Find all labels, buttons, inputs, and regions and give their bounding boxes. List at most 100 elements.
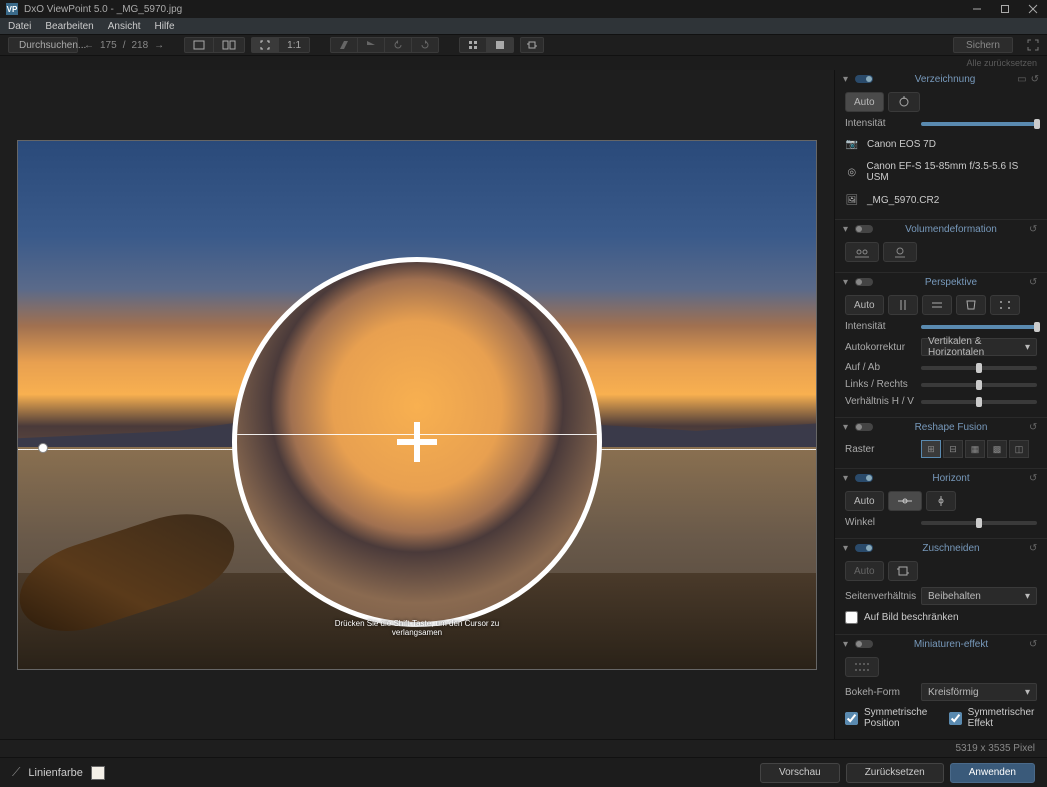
grid-view-icon[interactable]: [460, 38, 487, 52]
panel-toggle[interactable]: [855, 75, 873, 83]
preset-icon[interactable]: ▭: [1017, 74, 1026, 85]
aspect-label: Seitenverhältnis: [845, 591, 915, 602]
menu-edit[interactable]: Bearbeiten: [45, 21, 93, 32]
camera-name: Canon EOS 7D: [867, 139, 936, 150]
grid-2x2-icon[interactable]: ⊞: [921, 440, 941, 458]
rotate-cw-icon[interactable]: [412, 38, 438, 52]
reset-icon[interactable]: ↺: [1029, 277, 1039, 288]
angle-label: Winkel: [845, 517, 915, 528]
perspective-rect-icon[interactable]: [956, 295, 986, 315]
bokeh-label: Bokeh-Form: [845, 687, 915, 698]
single-view-icon[interactable]: [487, 38, 513, 52]
toolbar: Durchsuchen... ← 175 / 218 → 1:1 Sichern: [0, 34, 1047, 56]
perspective-auto-button[interactable]: Auto: [845, 295, 884, 315]
grid-label: Raster: [845, 444, 915, 455]
close-button[interactable]: [1025, 1, 1041, 17]
browse-button[interactable]: Durchsuchen...: [8, 37, 78, 53]
menu-view[interactable]: Ansicht: [108, 21, 141, 32]
minimize-button[interactable]: [969, 1, 985, 17]
chevron-down-icon[interactable]: ▾: [843, 224, 851, 235]
reset-icon[interactable]: ↺: [1029, 473, 1039, 484]
reset-icon[interactable]: ↺: [1029, 543, 1039, 554]
constrain-checkbox[interactable]: Auf Bild beschränken: [845, 611, 1037, 624]
perspective-8pt-icon[interactable]: [990, 295, 1020, 315]
perspective-horizontal-icon[interactable]: [922, 295, 952, 315]
grid-custom-icon[interactable]: ◫: [1009, 440, 1029, 458]
reset-icon[interactable]: ↺: [1029, 224, 1039, 235]
updown-slider[interactable]: [921, 366, 1037, 370]
rotate-ccw-icon[interactable]: [385, 38, 412, 52]
intensity-label: Intensität: [845, 118, 915, 129]
page-total: 218: [131, 40, 148, 51]
crop-auto-button[interactable]: Auto: [845, 561, 884, 581]
grid-4x4-icon[interactable]: ▦: [965, 440, 985, 458]
save-button[interactable]: Sichern: [953, 37, 1013, 53]
panel-miniature: ▾ Miniaturen-effekt ↺ Bokeh-Form Kreisfö…: [835, 635, 1047, 739]
panel-volume: ▾ Volumendeformation ↺: [835, 220, 1047, 273]
leftright-label: Links / Rechts: [845, 379, 915, 390]
maximize-button[interactable]: [997, 1, 1013, 17]
panel-toggle[interactable]: [855, 474, 873, 482]
sym-pos-checkbox[interactable]: Symmetrische Position: [845, 707, 939, 729]
panel-toggle[interactable]: [855, 640, 873, 648]
zoom-fit[interactable]: [252, 38, 279, 52]
reset-icon[interactable]: ↺: [1031, 74, 1039, 85]
bokeh-dropdown[interactable]: Kreisförmig▾: [921, 683, 1037, 701]
viewport[interactable]: Drücken Sie die Shift-Taste, um den Curs…: [0, 70, 834, 739]
distortion-intensity-slider[interactable]: [921, 122, 1037, 126]
perspective-intensity-slider[interactable]: [921, 325, 1037, 329]
volume-mode-b[interactable]: [883, 242, 917, 262]
miniature-mode-icon[interactable]: [845, 657, 879, 677]
ratio-slider[interactable]: [921, 400, 1037, 404]
next-button[interactable]: →: [154, 40, 164, 51]
compare-single[interactable]: [185, 38, 214, 52]
chevron-down-icon[interactable]: ▾: [843, 74, 851, 85]
aspect-dropdown[interactable]: Beibehalten▾: [921, 587, 1037, 605]
image-canvas[interactable]: Drücken Sie die Shift-Taste, um den Curs…: [17, 140, 817, 670]
loupe[interactable]: [232, 257, 602, 627]
panel-toggle[interactable]: [855, 423, 873, 431]
grid-3x3-icon[interactable]: ⊟: [943, 440, 963, 458]
menu-help[interactable]: Hilfe: [155, 21, 175, 32]
menubar: Datei Bearbeiten Ansicht Hilfe: [0, 18, 1047, 34]
perspective-vertical-icon[interactable]: [888, 295, 918, 315]
sym-eff-checkbox[interactable]: Symmetrischer Effekt: [949, 707, 1037, 729]
menu-file[interactable]: Datei: [8, 21, 31, 32]
chevron-down-icon[interactable]: ▾: [843, 277, 851, 288]
angle-slider[interactable]: [921, 521, 1037, 525]
panel-toggle[interactable]: [855, 544, 873, 552]
zoom-1to1[interactable]: 1:1: [279, 38, 309, 52]
chevron-down-icon[interactable]: ▾: [843, 473, 851, 484]
grid-5x5-icon[interactable]: ▩: [987, 440, 1007, 458]
horizon-level-icon[interactable]: [888, 491, 922, 511]
panel-title: Verzeichnung: [877, 74, 1013, 85]
autocorrect-dropdown[interactable]: Vertikalen & Horizontalen▾: [921, 338, 1037, 356]
bottombar: ⟋ Linienfarbe Vorschau Zurücksetzen Anwe…: [0, 757, 1047, 787]
leftright-slider[interactable]: [921, 383, 1037, 387]
flip-h-icon[interactable]: [331, 38, 358, 52]
prev-button[interactable]: ←: [84, 40, 94, 51]
reset-all-link[interactable]: Alle zurücksetzen: [0, 56, 1047, 70]
crop-manual-icon[interactable]: [888, 561, 918, 581]
distortion-auto-button[interactable]: Auto: [845, 92, 884, 112]
flip-v-icon[interactable]: [358, 38, 385, 52]
chevron-down-icon[interactable]: ▾: [843, 639, 851, 650]
page-sep: /: [123, 40, 126, 51]
panel-toggle[interactable]: [855, 225, 873, 233]
crop-overlay-icon[interactable]: [520, 37, 544, 53]
file-name: _MG_5970.CR2: [867, 195, 939, 206]
fullscreen-toggle[interactable]: [1027, 39, 1039, 51]
horizon-vertical-icon[interactable]: [926, 491, 956, 511]
compare-split[interactable]: [214, 38, 244, 52]
chevron-down-icon[interactable]: ▾: [843, 543, 851, 554]
intensity-label: Intensität: [845, 321, 915, 332]
volume-mode-a[interactable]: [845, 242, 879, 262]
panel-toggle[interactable]: [855, 278, 873, 286]
reset-icon[interactable]: ↺: [1029, 639, 1039, 650]
reset-icon[interactable]: ↺: [1029, 422, 1039, 433]
hint-text: Drücken Sie die Shift-Taste, um den Curs…: [335, 619, 500, 637]
chevron-down-icon[interactable]: ▾: [843, 422, 851, 433]
horizon-auto-button[interactable]: Auto: [845, 491, 884, 511]
distortion-manual-button[interactable]: [888, 92, 920, 112]
hint-line2: verlangsamen: [335, 628, 500, 637]
